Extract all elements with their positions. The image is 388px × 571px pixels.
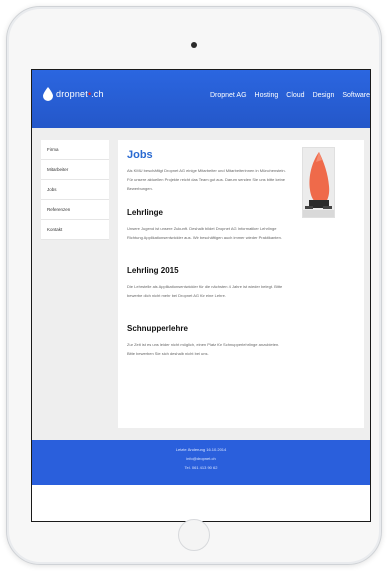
sidebar-item-mitarbeiter[interactable]: Mitarbeiter xyxy=(41,160,109,180)
droplet-icon xyxy=(43,87,53,101)
section-text-lehrling-2015: Die Lehrstelle als Applikationsentwickle… xyxy=(127,284,283,298)
nav-software[interactable]: Software xyxy=(342,92,370,99)
camera-icon xyxy=(191,42,197,48)
orange-sculpture-icon xyxy=(303,152,334,217)
home-button[interactable] xyxy=(178,519,210,551)
footer-phone[interactable]: Tel. 061 413 90 62 xyxy=(32,463,370,472)
web-page: dropnet • .ch Dropnet AG Hosting Cloud D… xyxy=(31,69,371,522)
site-logo[interactable]: dropnet • .ch xyxy=(43,87,104,101)
sidebar: Firma Mitarbeiter Jobs Referenzen Kontak… xyxy=(41,140,109,240)
site-body: Firma Mitarbeiter Jobs Referenzen Kontak… xyxy=(32,128,370,440)
intro-text: Als KMU beschäftigt Dropnet AG einige Mi… xyxy=(127,168,286,191)
decorative-photo xyxy=(302,147,335,218)
section-title-lehrlinge: Lehrlinge xyxy=(127,208,164,217)
sidebar-item-firma[interactable]: Firma xyxy=(41,140,109,160)
logo-text: dropnet xyxy=(56,89,88,99)
nav-design[interactable]: Design xyxy=(313,92,335,99)
page-bottom-blank xyxy=(32,485,370,521)
nav-hosting[interactable]: Hosting xyxy=(255,92,279,99)
section-title-schnupperlehre: Schnupperlehre xyxy=(127,324,188,333)
section-text-lehrlinge: Unsere Jugend ist unsere Zukunft. Deshal… xyxy=(127,226,282,240)
sidebar-item-jobs[interactable]: Jobs xyxy=(41,180,109,200)
footer-email[interactable]: info@dropnet.ch xyxy=(32,454,370,463)
page-title: Jobs xyxy=(127,149,153,161)
nav-dropnet-ag[interactable]: Dropnet AG xyxy=(210,92,247,99)
main-content: Jobs Als KMU beschäftigt Dropnet AG eini… xyxy=(118,140,364,428)
footer-last-change: Letzte Änderung 16.10.2014 xyxy=(175,447,227,452)
logo-suffix: .ch xyxy=(91,89,104,99)
site-header: dropnet • .ch Dropnet AG Hosting Cloud D… xyxy=(32,70,370,128)
section-text-schnupperlehre: Zur Zeit ist es uns leider nicht möglich… xyxy=(127,342,280,356)
ipad-frame: dropnet • .ch Dropnet AG Hosting Cloud D… xyxy=(6,6,382,565)
nav-cloud[interactable]: Cloud xyxy=(286,92,304,99)
site-footer: Letzte Änderung 16.10.2014 info@dropnet.… xyxy=(32,440,370,485)
sidebar-item-kontakt[interactable]: Kontakt xyxy=(41,220,109,240)
top-nav: Dropnet AG Hosting Cloud Design Software xyxy=(210,92,370,99)
sidebar-item-referenzen[interactable]: Referenzen xyxy=(41,200,109,220)
section-title-lehrling-2015: Lehrling 2015 xyxy=(127,266,179,275)
